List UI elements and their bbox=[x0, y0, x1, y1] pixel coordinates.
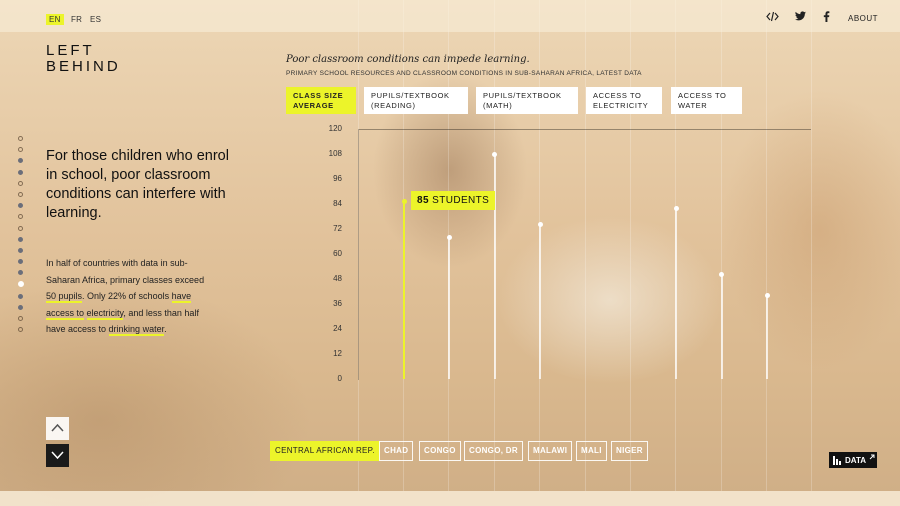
y-tick-label: 60 bbox=[333, 249, 342, 258]
y-tick-label: 96 bbox=[333, 174, 342, 183]
lollipop-head[interactable] bbox=[446, 234, 452, 240]
lollipop-stem[interactable] bbox=[720, 274, 723, 379]
progress-dot[interactable] bbox=[18, 136, 23, 141]
y-tick-label: 36 bbox=[333, 299, 342, 308]
tab-access-to-electricity[interactable]: ACCESS TO ELECTRICITY bbox=[586, 87, 662, 114]
embed-code-icon[interactable] bbox=[766, 11, 779, 25]
progress-dot[interactable] bbox=[18, 304, 23, 310]
lollipop-head[interactable] bbox=[492, 151, 498, 157]
chart-title: Poor classroom conditions can impede lea… bbox=[286, 54, 530, 65]
lollipop-head[interactable] bbox=[537, 222, 543, 228]
lollipop-stem[interactable] bbox=[675, 208, 678, 379]
progress-dot[interactable] bbox=[18, 281, 24, 288]
lang-es[interactable]: ES bbox=[87, 14, 104, 25]
tab-access-to-water[interactable]: ACCESS TO WATER bbox=[671, 87, 742, 114]
link-electricity[interactable]: electricity bbox=[86, 307, 124, 320]
country-chad[interactable]: CHAD bbox=[379, 441, 414, 461]
y-tick-label: 72 bbox=[333, 224, 342, 233]
country-central-african-rep[interactable]: CENTRAL AFRICAN REP. bbox=[270, 441, 380, 461]
lang-en[interactable]: EN bbox=[46, 14, 64, 25]
y-tick-label: 0 bbox=[337, 374, 342, 383]
lang-fr[interactable]: FR bbox=[68, 14, 85, 25]
section-progress-dots bbox=[18, 136, 26, 338]
progress-dot[interactable] bbox=[18, 225, 23, 231]
country-mali[interactable]: MALI bbox=[576, 441, 607, 461]
data-button-label: DATA bbox=[845, 456, 867, 465]
progress-dot[interactable] bbox=[18, 180, 23, 186]
progress-dot[interactable] bbox=[18, 191, 23, 197]
lollipop-stem[interactable] bbox=[403, 201, 405, 379]
progress-dot[interactable] bbox=[18, 327, 23, 333]
chevron-up-icon bbox=[51, 423, 64, 432]
bar-chart-icon bbox=[833, 456, 841, 465]
y-tick-label: 24 bbox=[333, 324, 342, 333]
story-body: In half of countries with data in sub-Sa… bbox=[46, 258, 205, 336]
facebook-icon[interactable] bbox=[823, 11, 830, 25]
y-tick-label: 12 bbox=[333, 349, 342, 358]
lollipop-head[interactable] bbox=[764, 293, 770, 299]
top-bar: EN FR ES ABOUT bbox=[0, 0, 900, 32]
twitter-icon[interactable] bbox=[795, 11, 806, 24]
background-photo: EN FR ES ABOUT LEFT BEHIND For those chi… bbox=[0, 0, 900, 506]
about-link[interactable]: ABOUT bbox=[848, 14, 878, 23]
tab-pupils-textbook-math[interactable]: PUPILS/TEXTBOOK (MATH) bbox=[476, 87, 578, 114]
chart-y-axis-line bbox=[358, 129, 359, 380]
highlight-value-unit: STUDENTS bbox=[432, 194, 490, 206]
link-drinking-water[interactable]: drinking water bbox=[108, 324, 165, 336]
logo-line-2: BEHIND bbox=[46, 58, 121, 75]
progress-dot[interactable] bbox=[18, 214, 23, 220]
progress-dot[interactable] bbox=[18, 259, 23, 265]
progress-dot[interactable] bbox=[18, 270, 23, 276]
chevron-down-icon bbox=[51, 451, 64, 460]
y-tick-label: 48 bbox=[333, 274, 342, 283]
tab-pupils-textbook-reading[interactable]: PUPILS/TEXTBOOK (READING) bbox=[364, 87, 468, 114]
progress-dot[interactable] bbox=[18, 147, 23, 153]
country-malawi[interactable]: MALAWI bbox=[528, 441, 573, 461]
lollipop-stem[interactable] bbox=[493, 154, 496, 379]
progress-dot[interactable] bbox=[18, 169, 23, 175]
progress-dot[interactable] bbox=[18, 203, 23, 209]
highlight-value-number: 85 bbox=[417, 194, 429, 206]
y-tick-label: 108 bbox=[328, 149, 342, 158]
site-logo[interactable]: LEFT BEHIND bbox=[46, 43, 121, 75]
bottom-strip bbox=[0, 491, 900, 506]
tab-class-size-average[interactable]: CLASS SIZE AVERAGE bbox=[286, 87, 356, 114]
link-50-pupils[interactable]: 50 pupils bbox=[46, 291, 83, 303]
progress-dot[interactable] bbox=[18, 236, 23, 242]
lollipop-stem[interactable] bbox=[448, 237, 451, 379]
lollipop-head[interactable] bbox=[673, 205, 679, 211]
lollipop-head[interactable] bbox=[401, 199, 407, 205]
y-tick-label: 84 bbox=[333, 199, 342, 208]
chart-top-line bbox=[359, 129, 811, 130]
lollipop-stem[interactable] bbox=[539, 224, 542, 379]
progress-dot[interactable] bbox=[18, 293, 23, 299]
progress-dot[interactable] bbox=[18, 158, 23, 164]
progress-dot[interactable] bbox=[18, 316, 23, 321]
scroll-up-button[interactable] bbox=[46, 417, 69, 440]
logo-line-1: LEFT bbox=[46, 42, 95, 59]
country-congo[interactable]: CONGO bbox=[419, 441, 461, 461]
external-link-icon bbox=[869, 454, 875, 460]
highlight-value-label: 85 STUDENTS bbox=[411, 190, 496, 210]
data-button[interactable]: DATA bbox=[829, 452, 877, 468]
story-headline: For those children who enrol in school, … bbox=[46, 148, 229, 221]
scroll-down-button[interactable] bbox=[46, 444, 69, 467]
progress-dot[interactable] bbox=[18, 247, 23, 253]
chart-subtitle: PRIMARY SCHOOL RESOURCES AND CLASSROOM C… bbox=[286, 70, 642, 77]
lollipop-head[interactable] bbox=[719, 272, 725, 278]
y-tick-label: 120 bbox=[328, 124, 342, 133]
country-congo-dr[interactable]: CONGO, DR bbox=[464, 441, 523, 461]
lollipop-stem[interactable] bbox=[766, 295, 769, 379]
country-niger[interactable]: NIGER bbox=[611, 441, 648, 461]
